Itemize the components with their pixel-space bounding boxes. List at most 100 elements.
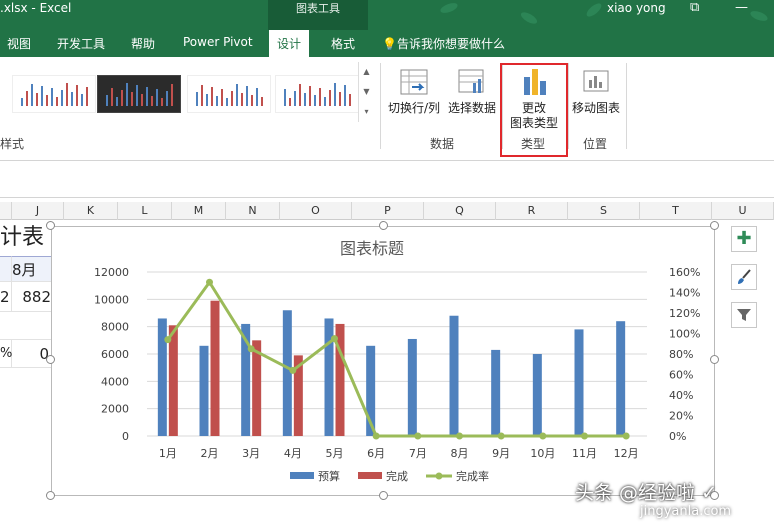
cell-number[interactable]: 882 bbox=[12, 282, 52, 312]
gallery-scroll[interactable]: ▲ ▼ ▾ bbox=[358, 62, 374, 122]
chart-tools-context-label: 图表工具 bbox=[268, 0, 368, 30]
completion-rate-point bbox=[539, 432, 547, 440]
bar-done bbox=[210, 300, 220, 436]
column-header-p[interactable]: P bbox=[352, 202, 424, 220]
thumbnail-bar bbox=[201, 85, 203, 106]
group-separator bbox=[380, 63, 381, 149]
thumbnail-bar bbox=[106, 95, 108, 106]
thumbnail-bar bbox=[261, 97, 263, 106]
column-header-t[interactable]: T bbox=[640, 202, 712, 220]
cell-percent[interactable]: % bbox=[0, 340, 12, 368]
chart-style-thumbnail[interactable] bbox=[97, 75, 181, 113]
thumbnail-bar bbox=[256, 88, 258, 106]
resize-handle[interactable] bbox=[710, 221, 719, 230]
cell[interactable] bbox=[0, 256, 12, 282]
cell-header-month[interactable]: 8月 bbox=[12, 256, 52, 282]
chart-style-thumbnail[interactable] bbox=[12, 75, 96, 113]
thumbnail-bar bbox=[51, 88, 53, 106]
cell-zero[interactable]: 0 bbox=[12, 340, 52, 368]
combo-chart[interactable]: 图表标题 0 2000 4000 6000 8000 10000 12000 0% 20% 40… bbox=[52, 227, 716, 497]
move-chart-button[interactable]: 移动图表 bbox=[570, 67, 622, 116]
chart-object[interactable]: 图表标题 0 2000 4000 6000 8000 10000 12000 0% 20% 40… bbox=[51, 226, 715, 496]
tab-view[interactable]: 视图 bbox=[7, 35, 31, 52]
tab-format[interactable]: 格式 bbox=[331, 35, 355, 52]
column-header-j[interactable]: J bbox=[12, 202, 64, 220]
thumbnail-bar bbox=[56, 97, 58, 106]
legend-swatch bbox=[358, 472, 382, 479]
right-axis-tick: 0% bbox=[669, 430, 686, 443]
column-header-r[interactable]: R bbox=[496, 202, 568, 220]
chart-filters-button[interactable] bbox=[731, 302, 757, 328]
chart-style-thumbnail[interactable] bbox=[187, 75, 271, 113]
filter-icon bbox=[737, 309, 751, 321]
chart-style-thumbnail[interactable] bbox=[275, 75, 359, 113]
thumbnail-bar bbox=[314, 95, 316, 106]
thumbnail-bar bbox=[121, 90, 123, 106]
cell-number[interactable]: 2 bbox=[0, 282, 12, 312]
change-chart-type-button[interactable]: 更改 图表类型 bbox=[505, 67, 563, 131]
column-header-s[interactable]: S bbox=[568, 202, 640, 220]
leaf-decoration bbox=[749, 9, 769, 23]
resize-handle[interactable] bbox=[46, 355, 55, 364]
thumbnail-bar bbox=[241, 93, 243, 106]
select-data-button[interactable]: 选择数据 bbox=[446, 67, 498, 116]
chart-title[interactable]: 图表标题 bbox=[340, 239, 404, 258]
completion-rate-point bbox=[581, 432, 588, 440]
left-axis-tick: 2000 bbox=[101, 403, 129, 416]
bar-series bbox=[157, 300, 626, 436]
thumbnail-bar bbox=[146, 87, 148, 106]
column-headers: J K L M N O P Q R S T U bbox=[0, 202, 774, 220]
thumbnail-bar bbox=[339, 92, 341, 106]
bar-budget bbox=[407, 338, 417, 436]
formula-bar[interactable] bbox=[0, 162, 774, 198]
group-label-type: 类型 bbox=[521, 137, 546, 151]
resize-handle[interactable] bbox=[46, 221, 55, 230]
bar-budget bbox=[574, 329, 584, 436]
group-separator bbox=[626, 63, 627, 149]
column-header-u[interactable]: U bbox=[712, 202, 774, 220]
resize-handle[interactable] bbox=[46, 491, 55, 500]
switch-row-column-icon bbox=[398, 67, 430, 97]
category-tick: 8月 bbox=[451, 447, 469, 460]
group-label-styles: 样式 bbox=[0, 137, 25, 151]
thumbnail-bar bbox=[251, 95, 253, 106]
thumbnail-bar bbox=[284, 89, 286, 106]
minimize-icon[interactable]: — bbox=[735, 0, 748, 15]
completion-rate-point bbox=[164, 336, 172, 344]
thumbnail-bar bbox=[319, 88, 321, 106]
tab-design[interactable]: 设计 bbox=[269, 30, 310, 57]
tab-power-pivot[interactable]: Power Pivot bbox=[183, 35, 253, 49]
thumbnail-bar bbox=[344, 85, 346, 106]
column-header-l[interactable]: L bbox=[118, 202, 172, 220]
user-name[interactable]: xiao yong bbox=[607, 1, 666, 15]
column-header-m[interactable]: M bbox=[172, 202, 226, 220]
column-header-k[interactable]: K bbox=[64, 202, 118, 220]
resize-handle[interactable] bbox=[379, 491, 388, 500]
thumbnail-bar bbox=[156, 89, 158, 106]
tell-me-search[interactable]: 💡告诉我你想要做什么 bbox=[382, 35, 505, 52]
tab-help[interactable]: 帮助 bbox=[131, 35, 155, 52]
resize-handle[interactable] bbox=[379, 221, 388, 230]
ribbon-display-icon[interactable]: ⧉ bbox=[690, 0, 699, 15]
category-tick: 6月 bbox=[367, 447, 385, 460]
thumbnail-bar bbox=[289, 98, 291, 106]
more-icon[interactable]: ▾ bbox=[359, 102, 374, 122]
tab-developer[interactable]: 开发工具 bbox=[57, 35, 105, 52]
completion-rate-point bbox=[206, 278, 213, 286]
thumbnail-bar bbox=[151, 96, 153, 106]
resize-handle[interactable] bbox=[710, 355, 719, 364]
column-header-q[interactable]: Q bbox=[424, 202, 496, 220]
cell[interactable] bbox=[0, 312, 52, 340]
scroll-up-icon[interactable]: ▲ bbox=[359, 62, 374, 82]
cell-title-fragment[interactable]: 计表 bbox=[0, 220, 52, 256]
legend-label: 预算 bbox=[318, 469, 340, 483]
column-header[interactable] bbox=[0, 202, 12, 220]
column-header-n[interactable]: N bbox=[226, 202, 280, 220]
select-data-icon bbox=[456, 67, 488, 97]
switch-row-column-button[interactable]: 切换行/列 bbox=[386, 67, 442, 116]
chart-styles-button[interactable] bbox=[731, 264, 757, 290]
chart-legend: 预算 完成 完成率 bbox=[290, 469, 489, 483]
chart-elements-button[interactable]: ✚ bbox=[731, 226, 757, 252]
scroll-down-icon[interactable]: ▼ bbox=[359, 82, 374, 102]
column-header-o[interactable]: O bbox=[280, 202, 352, 220]
